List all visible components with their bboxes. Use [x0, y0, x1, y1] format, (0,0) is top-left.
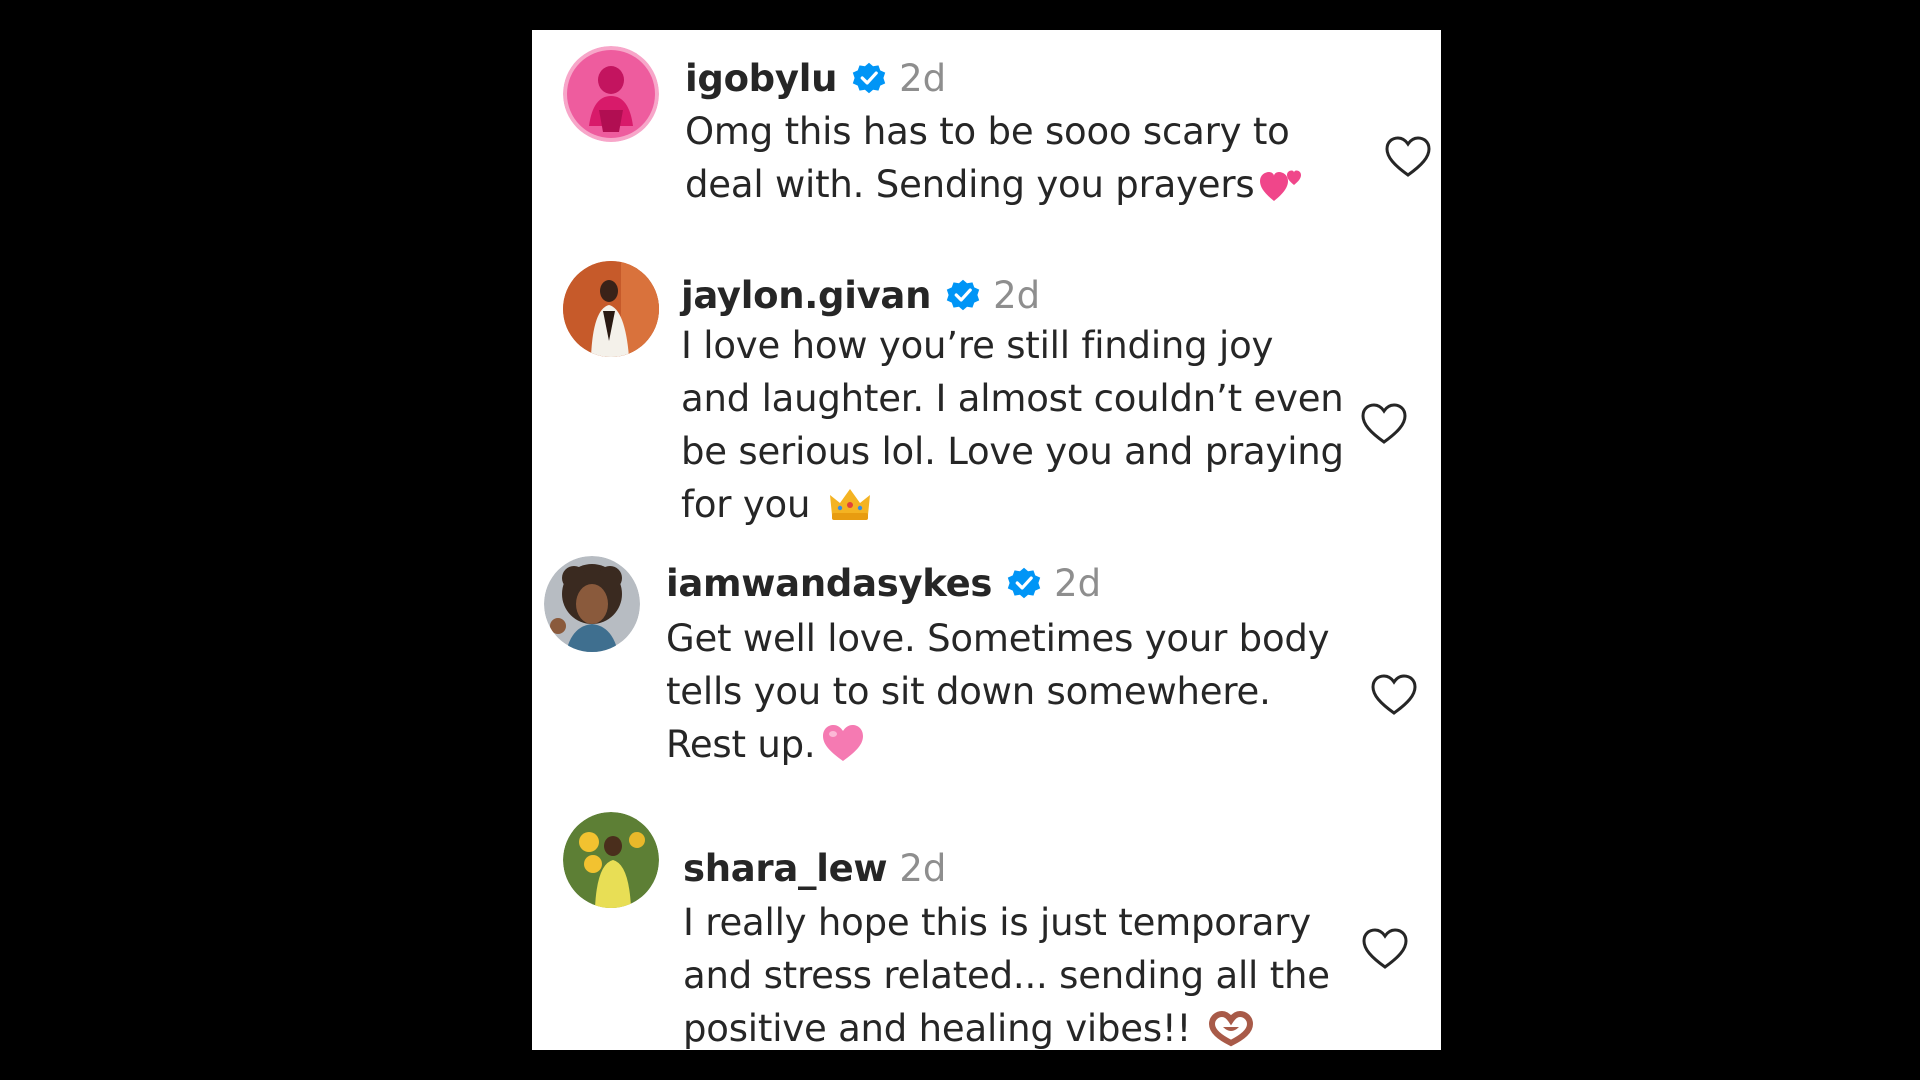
username[interactable]: iamwandasykes [666, 562, 992, 605]
comment-line: I really hope this is just temporary [683, 901, 1311, 944]
comment-line: Get well love. Sometimes your body [666, 617, 1330, 660]
comment-text: I really hope this is just temporary and… [683, 896, 1330, 1055]
comment-line-text: positive and healing vibes!! [683, 1007, 1192, 1050]
comment-line: deal with. Sending you prayers [685, 158, 1304, 211]
username[interactable]: shara_lew [683, 847, 888, 890]
avatar[interactable] [563, 812, 659, 908]
comment-line: Omg this has to be sooo scary to [685, 110, 1290, 153]
comment-line: tells you to sit down somewhere. [666, 670, 1271, 713]
timestamp[interactable]: 2d [993, 274, 1040, 317]
avatar[interactable] [563, 46, 659, 142]
comment-line: for you [681, 478, 1344, 531]
comment-line: I love how you’re still finding joy [681, 324, 1274, 367]
comment-line-text: Rest up. [666, 723, 816, 766]
comment-line-text: for you [681, 483, 811, 526]
verified-badge-icon [1006, 565, 1042, 601]
like-heart-icon[interactable] [1384, 135, 1432, 179]
timestamp[interactable]: 2d [899, 57, 946, 100]
comment-line: and laughter. I almost couldn’t even [681, 377, 1344, 420]
heart-hands-emoji [1209, 1011, 1254, 1047]
like-heart-icon[interactable] [1361, 927, 1409, 971]
comment-line: Rest up. [666, 718, 1329, 771]
comment-text: Omg this has to be sooo scary to deal wi… [685, 105, 1304, 211]
like-heart-icon[interactable] [1370, 673, 1418, 717]
two-hearts-emoji [1260, 163, 1304, 203]
comments-panel: igobylu 2d Omg this has to be sooo scary… [532, 30, 1441, 1050]
comment-text: I love how you’re still finding joy and … [681, 319, 1344, 531]
verified-badge-icon [851, 60, 887, 96]
comment-text: Get well love. Sometimes your body tells… [666, 612, 1330, 771]
verified-badge-icon [945, 277, 981, 313]
comment-line: and stress related... sending all the [683, 954, 1330, 997]
comment-line: be serious lol. Love you and praying [681, 430, 1344, 473]
pink-heart-emoji [821, 723, 865, 763]
timestamp[interactable]: 2d [1054, 562, 1101, 605]
comment-line-text: deal with. Sending you prayers [685, 163, 1255, 206]
comment-line: positive and healing vibes!! [683, 1002, 1330, 1055]
like-heart-icon[interactable] [1360, 402, 1408, 446]
username[interactable]: igobylu [685, 57, 837, 100]
username[interactable]: jaylon.givan [681, 274, 931, 317]
crown-emoji [828, 485, 872, 523]
timestamp[interactable]: 2d [899, 847, 946, 890]
avatar[interactable] [563, 261, 659, 357]
avatar[interactable] [544, 556, 640, 652]
